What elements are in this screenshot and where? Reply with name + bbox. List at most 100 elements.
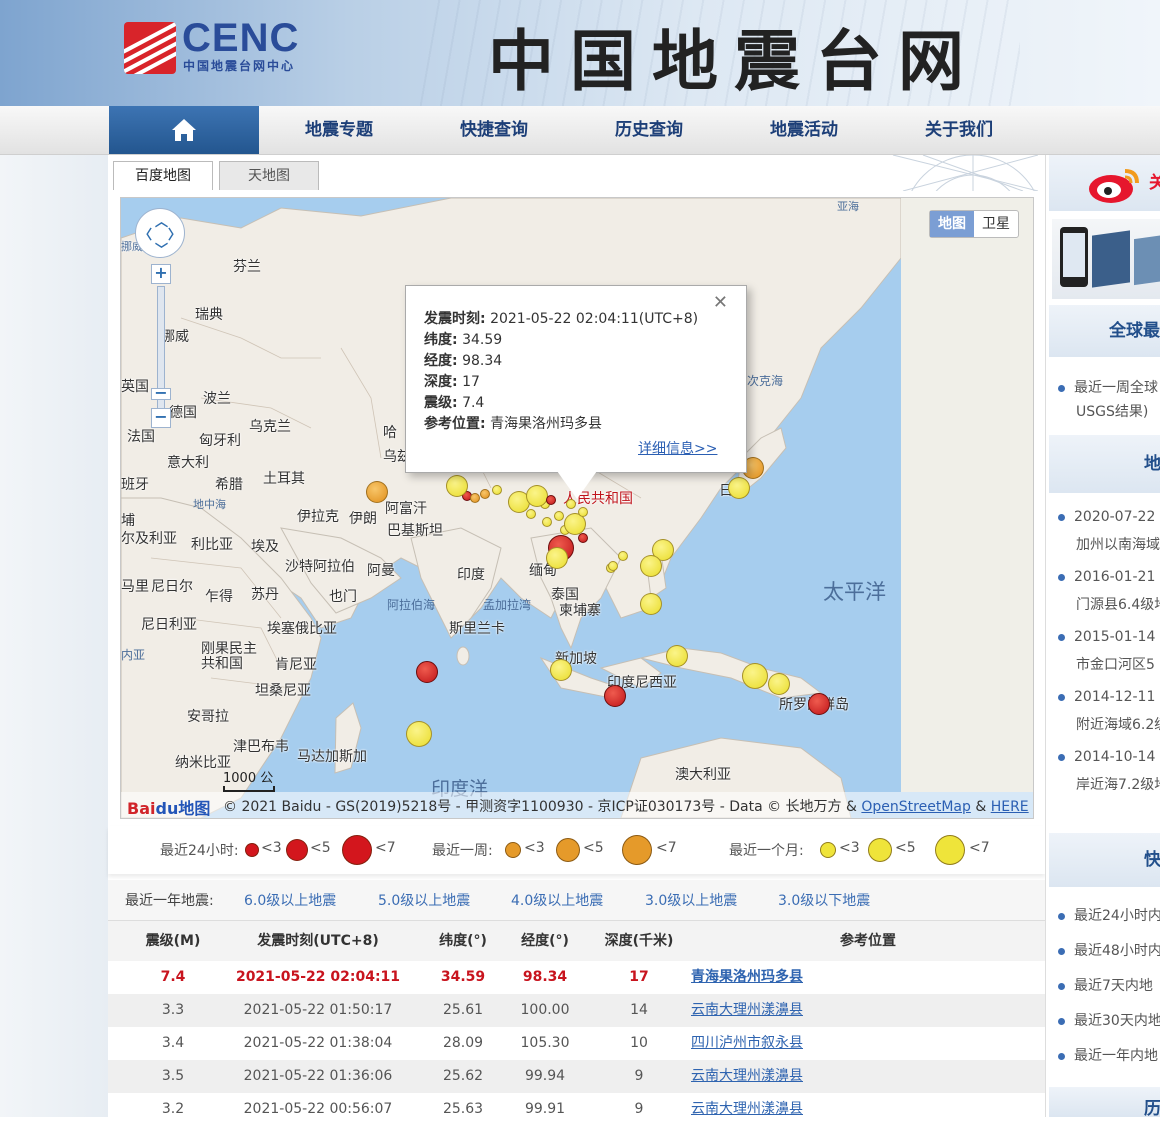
cell-time: 2021-05-22 01:38:04	[243, 1035, 393, 1051]
filter-m4-link[interactable]: 4.0级以上地震	[511, 890, 603, 910]
quake-marker[interactable]	[578, 533, 588, 543]
sidebar-fast-item[interactable]: 最近30天内地	[1058, 1010, 1160, 1030]
quake-marker[interactable]	[550, 659, 572, 681]
cell-location-link[interactable]: 云南大理州漾濞县	[691, 994, 891, 1027]
popup-depth-label: 深度:	[424, 374, 458, 390]
zoom-in-button[interactable]: +	[151, 264, 171, 284]
osm-link[interactable]: OpenStreetMap	[861, 799, 970, 815]
quake-marker[interactable]	[546, 547, 568, 569]
popup-mag-label: 震级:	[424, 395, 458, 411]
sidebar-quake-item[interactable]: 2016-01-21 0	[1058, 569, 1160, 585]
sidebar-quake-item[interactable]: 2020-07-22 1	[1058, 509, 1160, 525]
quake-marker[interactable]	[446, 475, 468, 497]
filter-below-m3-link[interactable]: 3.0级以下地震	[778, 890, 870, 910]
sidebar-fast-item[interactable]: 最近24小时内	[1058, 905, 1160, 925]
quake-marker[interactable]	[618, 551, 628, 561]
cell-magnitude: 3.3	[161, 1002, 185, 1018]
map-type-satellite-button[interactable]: 卫星	[974, 211, 1018, 237]
sidebar-fast-item-text: 最近一年内地	[1074, 1048, 1158, 1064]
quake-marker[interactable]	[526, 485, 548, 507]
cell-longitude: 100.00	[520, 1002, 570, 1018]
quake-marker[interactable]	[666, 645, 688, 667]
cell-magnitude: 3.4	[161, 1035, 185, 1051]
pan-down-icon[interactable]: ﹀	[155, 239, 168, 258]
quake-marker-main[interactable]	[546, 495, 556, 505]
baidu-map-logo[interactable]: Baidu地图	[127, 795, 210, 818]
app-promo-image[interactable]	[1052, 219, 1160, 299]
table-row: 3.3 2021-05-22 01:50:17 25.61 100.00 14 …	[108, 994, 1045, 1027]
map-label-tanzania: 坦桑尼亚	[255, 683, 311, 699]
sidebar-quake-item[interactable]: 2014-10-14 1	[1058, 749, 1160, 765]
quake-marker[interactable]	[416, 661, 438, 683]
cenc-logo[interactable]: CENC 中国地震台网中心	[124, 16, 344, 80]
nav-home-button[interactable]	[109, 106, 259, 154]
popup-detail-link[interactable]: 详细信息>>	[638, 438, 717, 458]
pan-up-icon[interactable]: ︿	[155, 211, 168, 230]
sidebar-global-item-line2[interactable]: USGS结果)	[1076, 401, 1160, 421]
cell-location-link[interactable]: 云南大理州漾濞县	[691, 1060, 891, 1093]
map-label-finland: 芬兰	[233, 259, 261, 275]
quake-marker[interactable]	[480, 489, 490, 499]
nav-item-about[interactable]: 关于我们	[889, 106, 1029, 154]
earthquake-info-popup: ✕ 发震时刻: 2021-05-22 02:04:11(UTC+8) 纬度: 3…	[405, 285, 747, 473]
quake-marker[interactable]	[808, 693, 830, 715]
cell-location-link[interactable]: 四川泸州市叙永县	[691, 1027, 891, 1060]
sidebar-fast-item[interactable]: 最近7天内地	[1058, 975, 1160, 995]
filter-m3-link[interactable]: 3.0级以上地震	[645, 890, 737, 910]
map-pan-control[interactable]: ︿ ﹀ 〈 〉	[135, 208, 185, 258]
popup-time-row: 发震时刻: 2021-05-22 02:04:11(UTC+8)	[424, 308, 698, 328]
sidebar-quake-item-line2[interactable]: 门源县6.4级地	[1076, 594, 1160, 614]
legend-dot-week-medium	[556, 838, 580, 862]
earthquake-map[interactable]: 芬兰 瑞典 挪威 挪威 英国 波兰 德国 法国 乌克兰 匈牙利 意大利 希腊 土…	[120, 197, 1034, 819]
sidebar-quake-item-line2[interactable]: 加州以南海域	[1076, 534, 1160, 554]
zoom-out-button[interactable]: −	[151, 408, 171, 428]
legend-dot-month-small	[820, 842, 836, 858]
nav-item-quick-query[interactable]: 快捷查询	[424, 106, 564, 154]
sidebar-quake-item[interactable]: 2014-12-11 0	[1058, 689, 1160, 705]
sidebar-quake-item-line2[interactable]: 附近海域6.2级	[1076, 714, 1160, 734]
quake-marker[interactable]	[492, 485, 502, 495]
quake-marker[interactable]	[526, 509, 536, 519]
popup-depth-row: 深度: 17	[424, 371, 480, 391]
quake-marker[interactable]	[566, 499, 576, 509]
filter-m5-link[interactable]: 5.0级以上地震	[378, 890, 470, 910]
map-type-map-button[interactable]: 地图	[930, 211, 974, 237]
nav-item-topics[interactable]: 地震专题	[269, 106, 409, 154]
quake-marker[interactable]	[542, 517, 552, 527]
pan-right-icon[interactable]: 〉	[168, 224, 181, 243]
quake-marker[interactable]	[604, 685, 626, 707]
quake-marker[interactable]	[366, 481, 388, 503]
quake-marker[interactable]	[742, 663, 768, 689]
popup-lat-label: 纬度:	[424, 332, 458, 348]
cell-location-link[interactable]: 青海果洛州玛多县	[691, 961, 891, 994]
pan-left-icon[interactable]: 〈	[139, 224, 152, 243]
sidebar-quake-item[interactable]: 2015-01-14 1	[1058, 629, 1160, 645]
logo-text: CENC	[182, 16, 300, 60]
popup-close-icon[interactable]: ✕	[713, 292, 728, 313]
cell-magnitude: 7.4	[160, 969, 186, 985]
sidebar-fast-item[interactable]: 最近48小时内	[1058, 940, 1160, 960]
tab-tianditu-map[interactable]: 天地图	[219, 161, 319, 190]
cell-location-link[interactable]: 云南大理州漾濞县	[691, 1093, 891, 1126]
quake-marker[interactable]	[554, 511, 564, 521]
nav-item-history-query[interactable]: 历史查询	[579, 106, 719, 154]
quake-marker[interactable]	[728, 477, 750, 499]
sidebar-global-item[interactable]: 最近一周全球	[1058, 377, 1160, 397]
quake-marker[interactable]	[470, 493, 480, 503]
nav-item-activity[interactable]: 地震活动	[734, 106, 874, 154]
quake-marker[interactable]	[640, 593, 662, 615]
here-link[interactable]: HERE	[991, 799, 1029, 815]
zoom-slider-handle[interactable]: −	[151, 385, 171, 401]
filter-m6-link[interactable]: 6.0级以上地震	[244, 890, 336, 910]
sidebar-quake-item-line2[interactable]: 岸近海7.2级地	[1076, 774, 1160, 794]
quake-marker[interactable]	[608, 561, 618, 571]
quake-marker[interactable]	[406, 721, 432, 747]
tab-baidu-map[interactable]: 百度地图	[113, 161, 213, 190]
quake-marker[interactable]	[578, 507, 588, 517]
quake-marker[interactable]	[640, 555, 662, 577]
sidebar-quake-item-line2[interactable]: 市金口河区5	[1076, 654, 1160, 674]
cenc-logo-mark-icon	[124, 22, 176, 74]
quake-marker[interactable]	[768, 673, 790, 695]
weibo-header[interactable]: 关	[1049, 155, 1160, 211]
sidebar-fast-item[interactable]: 最近一年内地	[1058, 1045, 1160, 1065]
